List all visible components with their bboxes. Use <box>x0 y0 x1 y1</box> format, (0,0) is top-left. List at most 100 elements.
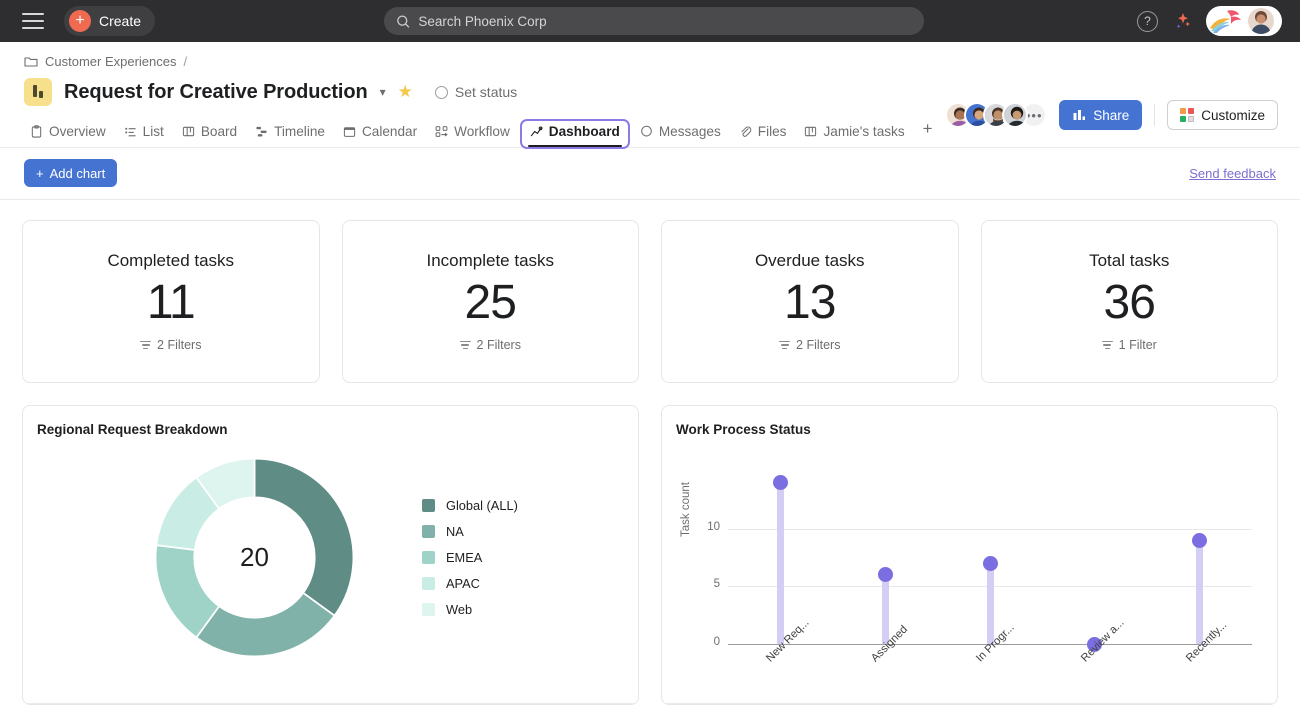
x-axis-tick-label: Recently... <box>1184 619 1229 664</box>
customize-label: Customize <box>1201 108 1265 123</box>
tab-messages[interactable]: Messages <box>632 124 729 147</box>
lollipop-dot[interactable] <box>773 475 788 490</box>
legend-item[interactable]: APAC <box>422 576 518 591</box>
chart-title: Regional Request Breakdown <box>37 422 624 437</box>
workflow-icon <box>435 125 448 138</box>
create-button-label: Create <box>99 13 141 29</box>
tab-jamies-tasks[interactable]: Jamie's tasks <box>796 124 912 147</box>
avatar[interactable] <box>1002 102 1028 128</box>
chart-card-regional-request-breakdown[interactable]: Regional Request Breakdown 20 Global (AL… <box>22 405 639 705</box>
donut-slice[interactable] <box>255 458 354 615</box>
member-avatars: ••• <box>945 102 1047 128</box>
tab-label: List <box>143 124 164 139</box>
set-status-button[interactable]: Set status <box>435 84 517 100</box>
share-label: Share <box>1093 108 1129 123</box>
stat-value: 36 <box>1104 275 1155 330</box>
stat-value: 11 <box>147 275 195 330</box>
stat-card-incomplete-tasks[interactable]: Incomplete tasks 25 2 Filters <box>342 220 640 383</box>
tab-overview[interactable]: Overview <box>22 124 114 147</box>
legend-item[interactable]: Web <box>422 602 518 617</box>
stat-title: Total tasks <box>1089 251 1169 271</box>
lollipop-stem <box>777 483 784 644</box>
tab-workflow[interactable]: Workflow <box>427 124 518 147</box>
top-navigation-bar: + Create ? <box>0 0 1300 42</box>
stat-title: Overdue tasks <box>755 251 865 271</box>
tab-label: Jamie's tasks <box>823 124 904 139</box>
legend-label: EMEA <box>446 550 482 565</box>
stat-filter-label: 2 Filters <box>157 338 201 352</box>
tab-calendar[interactable]: Calendar <box>335 124 425 147</box>
filter-icon <box>460 341 471 350</box>
send-feedback-link[interactable]: Send feedback <box>1189 166 1276 181</box>
y-axis-tick-label: 5 <box>698 578 720 590</box>
message-icon <box>640 125 653 138</box>
legend-item[interactable]: NA <box>422 524 518 539</box>
legend-item[interactable]: Global (ALL) <box>422 498 518 513</box>
sparkles-icon[interactable] <box>1172 11 1192 31</box>
stat-card-total-tasks[interactable]: Total tasks 36 1 Filter <box>981 220 1279 383</box>
help-icon[interactable]: ? <box>1137 11 1158 32</box>
legend-swatch <box>422 603 435 616</box>
chevron-down-icon[interactable]: ▾ <box>380 85 386 99</box>
chart-card-work-process-status[interactable]: Work Process Status Task count 0510New R… <box>661 405 1278 705</box>
plus-icon: + <box>69 10 91 32</box>
lollipop-dot[interactable] <box>878 567 893 582</box>
share-button[interactable]: Share <box>1059 100 1142 130</box>
chart-legend: Global (ALL) NA EMEA APAC Web <box>422 498 518 617</box>
tab-files[interactable]: Files <box>731 124 795 147</box>
list-icon <box>124 125 137 138</box>
add-chart-label: Add chart <box>50 166 106 181</box>
legend-item[interactable]: EMEA <box>422 550 518 565</box>
legend-swatch <box>422 551 435 564</box>
stat-title: Completed tasks <box>107 251 234 271</box>
hamburger-menu-icon[interactable] <box>22 13 44 29</box>
board-icon <box>804 125 817 138</box>
phoenix-logo-icon <box>1208 8 1246 34</box>
x-axis-tick-label: Review a... <box>1079 617 1127 665</box>
header-actions: ••• Share Customize <box>945 100 1278 130</box>
y-axis-tick-label: 10 <box>698 521 720 533</box>
tab-label: Overview <box>49 124 106 139</box>
customize-button[interactable]: Customize <box>1167 100 1278 130</box>
status-circle-icon <box>435 86 448 99</box>
breadcrumb: Customer Experiences / <box>24 54 1276 69</box>
global-search[interactable] <box>384 7 924 35</box>
calendar-icon <box>343 125 356 138</box>
gridline <box>728 529 1252 530</box>
stat-filter[interactable]: 2 Filters <box>779 338 840 352</box>
y-axis-label: Task count <box>680 482 692 537</box>
header-divider <box>1154 104 1155 126</box>
add-tab-button[interactable]: + <box>915 119 941 147</box>
lollipop-dot[interactable] <box>983 556 998 571</box>
stat-filter[interactable]: 2 Filters <box>140 338 201 352</box>
stat-card-overdue-tasks[interactable]: Overdue tasks 13 2 Filters <box>661 220 959 383</box>
stat-card-completed-tasks[interactable]: Completed tasks 11 2 Filters <box>22 220 320 383</box>
search-icon <box>396 14 410 29</box>
stat-card-row: Completed tasks 11 2 Filters Incomplete … <box>22 220 1278 383</box>
tab-timeline[interactable]: Timeline <box>247 124 333 147</box>
legend-label: Global (ALL) <box>446 498 518 513</box>
project-header: Customer Experiences / Request for Creat… <box>0 42 1300 106</box>
lollipop-stem <box>987 563 994 644</box>
x-axis-tick-label: New Req... <box>764 617 812 665</box>
dashboard-icon <box>530 125 543 138</box>
tab-label: Files <box>758 124 787 139</box>
lollipop-stem <box>1196 540 1203 644</box>
donut-svg <box>147 450 362 665</box>
star-icon[interactable]: ★ <box>398 82 413 102</box>
breadcrumb-parent-link[interactable]: Customer Experiences <box>45 54 177 69</box>
tab-list[interactable]: List <box>116 124 172 147</box>
donut-chart-area: 20 Global (ALL)NAEMEAAPACWeb <box>37 437 624 677</box>
stat-filter[interactable]: 1 Filter <box>1102 338 1157 352</box>
donut-slice[interactable] <box>196 592 334 656</box>
search-input[interactable] <box>418 14 912 29</box>
account-pill[interactable] <box>1206 6 1282 36</box>
add-chart-button[interactable]: + Add chart <box>24 159 117 187</box>
filter-icon <box>140 341 151 350</box>
tab-dashboard[interactable]: Dashboard <box>520 119 630 149</box>
create-button[interactable]: + Create <box>64 6 155 36</box>
tab-board[interactable]: Board <box>174 124 245 147</box>
stat-filter[interactable]: 2 Filters <box>460 338 521 352</box>
dashboard-toolbar: + Add chart Send feedback <box>0 148 1300 200</box>
lollipop-dot[interactable] <box>1192 533 1207 548</box>
